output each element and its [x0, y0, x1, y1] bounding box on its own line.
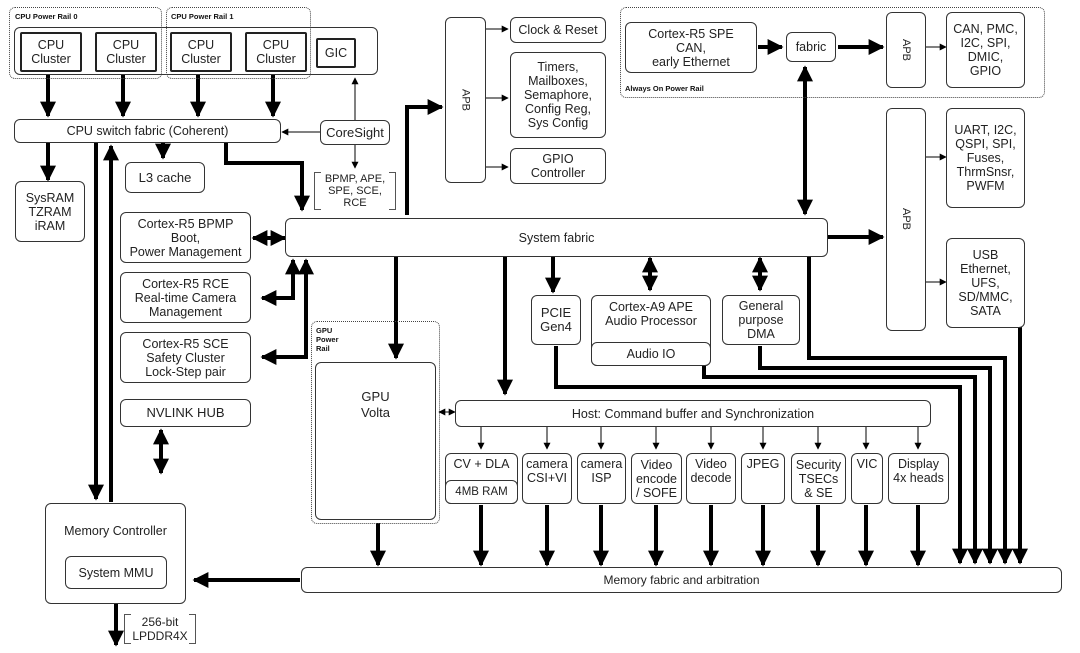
pcie-gen4[interactable]: PCIE Gen4	[531, 295, 581, 345]
apb-left[interactable]: APB	[445, 17, 486, 183]
gpu-volta[interactable]: GPU Volta	[315, 362, 436, 520]
timers-mailboxes[interactable]: Timers, Mailboxes, Semaphore, Config Reg…	[510, 52, 606, 138]
general-purpose-dma[interactable]: General purpose DMA	[722, 295, 800, 345]
system-fabric[interactable]: System fabric	[285, 218, 828, 257]
apb-always-on[interactable]: APB	[886, 12, 926, 88]
security-tsecs-se[interactable]: Security TSECs & SE	[791, 453, 846, 504]
apb-right[interactable]: APB	[886, 108, 926, 331]
sysram[interactable]: SysRAM TZRAM iRAM	[15, 181, 85, 242]
cortex-r5-sce[interactable]: Cortex-R5 SCE Safety Cluster Lock-Step p…	[120, 332, 251, 383]
audio-io[interactable]: Audio IO	[591, 342, 711, 366]
usb-ethernet-peripherals[interactable]: USB Ethernet, UFS, SD/MMC, SATA	[946, 238, 1025, 328]
video-decode[interactable]: Video decode	[686, 453, 736, 504]
cortex-r5-rce[interactable]: Cortex-R5 RCE Real-time Camera Managemen…	[120, 272, 251, 323]
cpu-cluster-0[interactable]: CPU Cluster	[20, 32, 82, 72]
display-4x-heads[interactable]: Display 4x heads	[888, 453, 949, 504]
aon-fabric[interactable]: fabric	[786, 32, 836, 62]
jpeg[interactable]: JPEG	[741, 453, 785, 504]
l3-cache[interactable]: L3 cache	[125, 162, 205, 193]
uart-i2c-peripherals[interactable]: UART, I2C, QSPI, SPI, Fuses, ThrmSnsr, P…	[946, 108, 1025, 208]
lpddr4x-dram: 256-bit LPDDR4X	[124, 614, 196, 644]
gic[interactable]: GIC	[316, 38, 356, 68]
cpu-cluster-3[interactable]: CPU Cluster	[245, 32, 307, 72]
video-encode[interactable]: Video encode / SOFE	[631, 453, 682, 504]
camera-csi-vi[interactable]: camera CSI+VI	[522, 453, 572, 504]
cortex-r5-bpmp[interactable]: Cortex-R5 BPMP Boot, Power Management	[120, 212, 251, 263]
arrow-sce-sysfab	[260, 258, 314, 365]
cpu-power-rail-0-label: CPU Power Rail 0	[15, 12, 78, 21]
coresight[interactable]: CoreSight	[320, 120, 390, 145]
arrow-sysfab-apb	[405, 99, 444, 215]
cpu-power-rail-1-label: CPU Power Rail 1	[171, 12, 234, 21]
coresight-targets: BPMP, APE, SPE, SCE, RCE	[314, 172, 396, 210]
gpu-power-rail-label: GPU Power Rail	[316, 326, 339, 353]
system-mmu[interactable]: System MMU	[65, 556, 167, 589]
arrow-csf-sysfab	[224, 143, 310, 212]
vic[interactable]: VIC	[851, 453, 883, 504]
always-on-power-rail-label: Always On Power Rail	[625, 84, 704, 93]
memory-fabric[interactable]: Memory fabric and arbitration	[301, 567, 1062, 593]
cpu-cluster-2[interactable]: CPU Cluster	[170, 32, 232, 72]
cortex-r5-spe[interactable]: Cortex-R5 SPE CAN, early Ethernet	[625, 22, 757, 73]
cpu-switch-fabric[interactable]: CPU switch fabric (Coherent)	[14, 119, 281, 143]
cpu-cluster-1[interactable]: CPU Cluster	[95, 32, 157, 72]
host-command-buffer[interactable]: Host: Command buffer and Synchronization	[455, 400, 931, 427]
nvlink-hub[interactable]: NVLINK HUB	[120, 399, 251, 427]
gpio-controller[interactable]: GPIO Controller	[510, 148, 606, 184]
cv-4mb-ram[interactable]: 4MB RAM	[445, 480, 518, 504]
camera-isp[interactable]: camera ISP	[577, 453, 626, 504]
clock-reset[interactable]: Clock & Reset	[510, 17, 606, 43]
aon-peripherals[interactable]: CAN, PMC, I2C, SPI, DMIC, GPIO	[946, 12, 1025, 88]
arrow-rce-sysfab	[260, 258, 301, 306]
